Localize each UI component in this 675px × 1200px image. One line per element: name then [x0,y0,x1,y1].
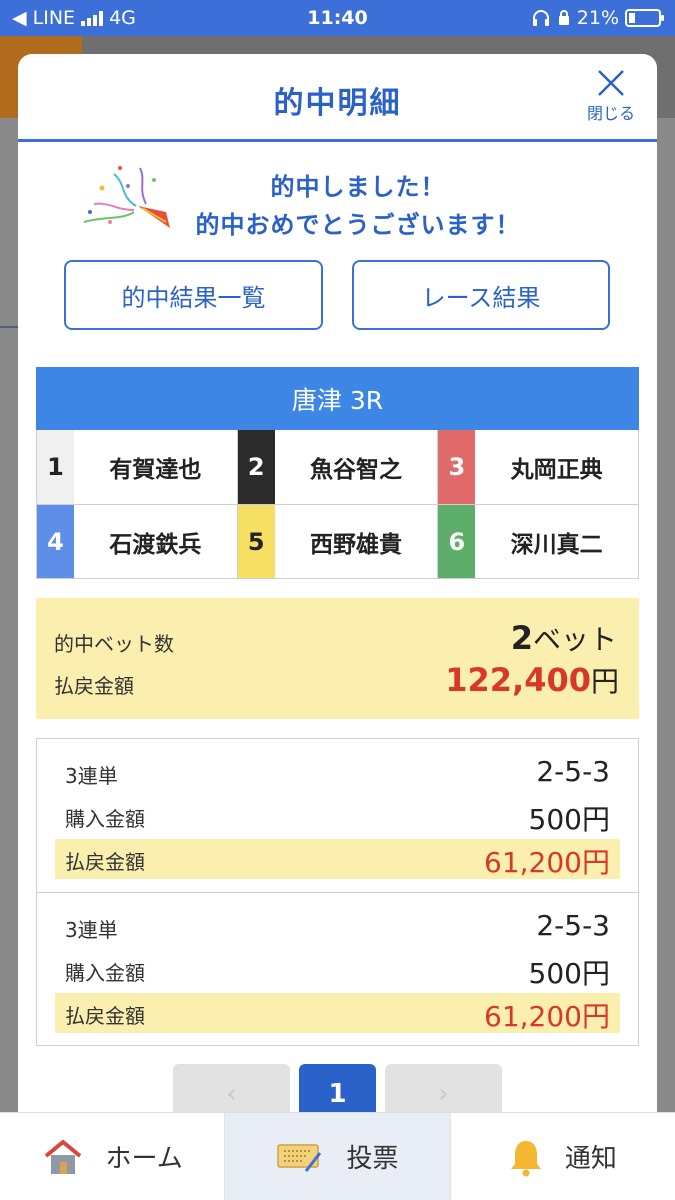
close-label: 閉じる [586,104,635,123]
payout-label: 払戻金額 [65,1004,145,1028]
racer-cell: 6 深川真二 [437,505,638,578]
bet-list: 3連単 2-5-3 購入金額 500円 払戻金額 61,200円 3連単 2-5-3 購… [36,738,639,1046]
hit-summary: 的中ベット数 払戻金額 2ベット 122,400円 [36,598,639,719]
bet-item: 3連単 2-5-3 購入金額 500円 払戻金額 61,200円 [37,739,638,892]
race-results-button[interactable]: レース結果 [352,260,610,330]
tab-notify-label: 通知 [564,1144,617,1174]
payout-label: 払戻金額 [65,850,145,874]
hit-results-list-button[interactable]: 的中結果一覧 [64,260,323,330]
party-popper-icon [83,166,170,228]
purchase-label: 購入金額 [65,961,145,985]
racer-cell: 5 西野雄貴 [236,505,438,578]
racer-number-badge: 5 [237,505,275,578]
battery-icon [625,9,664,27]
race-name: 唐津 3R [36,367,639,430]
racer-cell: 4 石渡鉄兵 [37,505,237,578]
racer-cell: 2 魚谷智之 [236,430,438,504]
home-icon [44,1139,81,1174]
tab-home[interactable]: ホーム [0,1113,224,1200]
tab-vote-label: 投票 [346,1144,399,1174]
racer-cell: 3 丸岡正典 [437,430,638,504]
racer-number-badge: 3 [438,430,476,504]
racer-name: 深川真二 [510,531,603,558]
bet-item: 3連単 2-5-3 購入金額 500円 払戻金額 61,200円 [37,892,638,1045]
close-icon [598,70,624,96]
battery-percent: 21% [576,7,619,29]
modal-title: 的中明細 [273,86,402,121]
tab-home-label: ホーム [105,1144,183,1174]
racer-number-badge: 2 [237,430,275,504]
payout-amount: 61,200円 [484,846,610,879]
bet-combination: 2-5-3 [536,755,610,788]
bet-type: 3連単 [65,918,118,942]
racer-number-badge: 6 [438,505,476,578]
racer-row: 1 有賀達也 2 魚谷智之 3 丸岡正典 [37,430,638,504]
racer-name: 魚谷智之 [310,457,402,483]
racer-row: 4 石渡鉄兵 5 西野雄貴 6 深川真二 [37,504,638,578]
tab-vote[interactable]: 投票 [224,1113,450,1200]
bet-type: 3連単 [65,764,118,788]
payout-amount: 61,200円 [484,1000,610,1033]
tab-notify[interactable]: 通知 [449,1113,675,1200]
bet-count-value: 2ベット [510,619,617,657]
bet-count-label: 的中ベット数 [54,632,174,656]
close-button[interactable]: 閉じる [579,68,643,124]
payout-total-label: 払戻金額 [54,674,134,698]
background-divider [0,326,18,328]
racer-name: 西野雄貴 [310,531,402,558]
congrats-line-1: 的中しました！ [270,173,446,201]
bottom-tab-bar: ホーム 投票 通知 [0,1112,675,1200]
racer-name: 丸岡正典 [510,457,603,483]
racer-number-badge: 1 [37,430,74,504]
racer-name: 石渡鉄兵 [109,531,202,558]
headphones-icon [532,10,549,26]
hit-details-modal: 的中明細 閉じる 的中しました！ 的中おめでとうございます！ 的中結果一覧 レー… [18,54,657,1200]
ticket-icon [277,1143,322,1172]
congrats-block: 的中しました！ 的中おめでとうございます！ [18,166,657,246]
modal-header: 的中明細 閉じる [18,54,657,142]
orientation-lock-icon [558,10,569,25]
congrats-line-2: 的中おめでとうございます！ [195,211,521,239]
bet-combination: 2-5-3 [536,909,610,942]
bell-icon [510,1140,541,1176]
status-bar: ◀ LINE 4G 11:40 21% [0,0,675,36]
purchase-amount: 500円 [528,957,610,990]
racer-table: 1 有賀達也 2 魚谷智之 3 丸岡正典 4 石渡鉄兵 5 西野雄貴 6 深川真… [36,430,639,579]
purchase-amount: 500円 [528,803,610,836]
payout-total-value: 122,400円 [445,661,619,699]
purchase-label: 購入金額 [65,807,145,831]
racer-number-badge: 4 [37,505,74,578]
racer-name: 有賀達也 [109,457,202,483]
racer-cell: 1 有賀達也 [37,430,237,504]
